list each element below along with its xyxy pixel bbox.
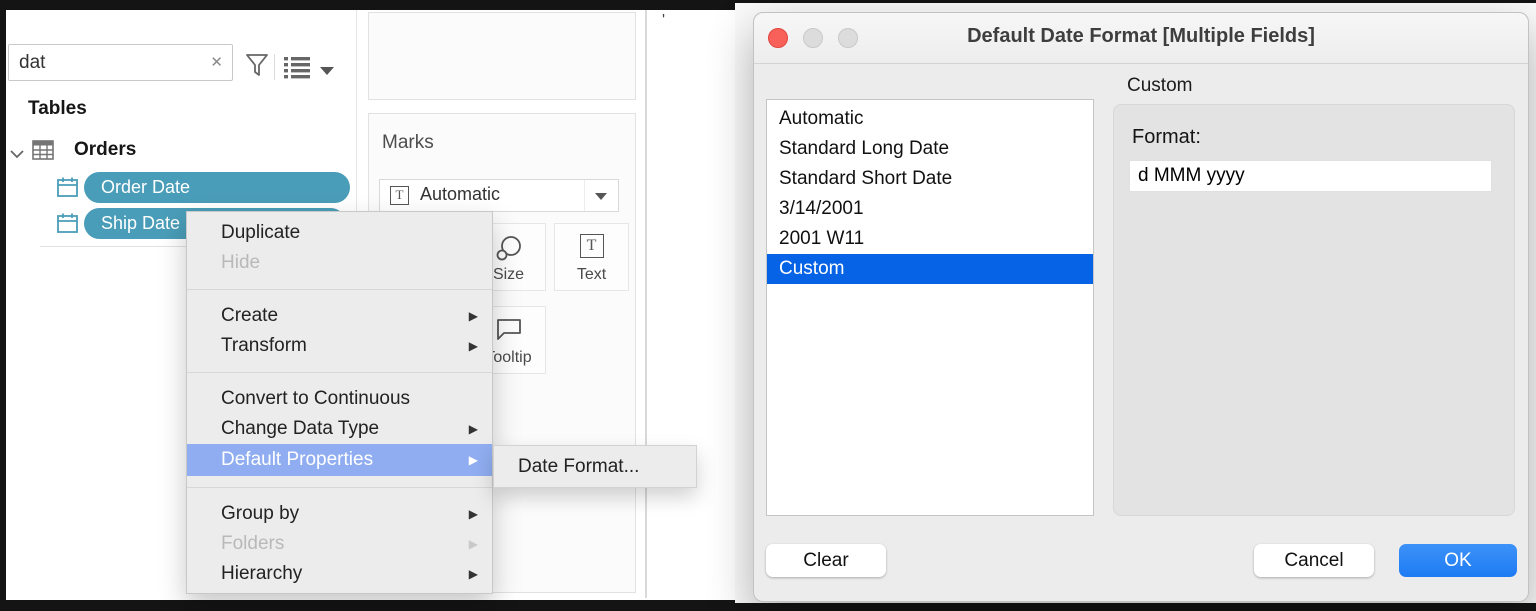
dropdown-caret-section[interactable] (584, 180, 618, 211)
tooltip-icon (494, 317, 524, 343)
canvas-divider (645, 10, 647, 598)
clear-button[interactable]: Clear (766, 544, 886, 577)
chevron-down-icon (595, 193, 607, 200)
submenu-item-date-format[interactable]: Date Format... (518, 456, 639, 478)
text-icon: T (580, 234, 604, 258)
format-field-label: Format: (1132, 126, 1201, 149)
date-field-icon (57, 213, 78, 238)
view-options-grid-icon[interactable] (284, 57, 310, 84)
list-item[interactable]: 3/14/2001 (767, 194, 1093, 224)
submenu-arrow-icon: ▶ (469, 444, 478, 476)
list-item[interactable]: 2001 W11 (767, 224, 1093, 254)
menu-item-default-properties[interactable]: Default Properties ▶ (187, 444, 492, 476)
mark-type-dropdown[interactable]: T Automatic (379, 179, 619, 212)
menu-separator (187, 487, 492, 488)
search-input[interactable] (9, 45, 199, 80)
menu-item-label: Transform (221, 335, 307, 356)
submenu-arrow-icon: ▶ (469, 529, 478, 559)
date-field-icon (57, 177, 78, 202)
marks-card-title: Marks (382, 132, 434, 154)
list-item-selected[interactable]: Custom (767, 254, 1093, 284)
menu-item-convert-to-continuous[interactable]: Convert to Continuous (187, 384, 492, 414)
menu-item-label: Hide (221, 252, 260, 273)
field-context-menu: Duplicate Hide Create ▶ Transform ▶ Conv… (186, 211, 493, 594)
menu-item-label: Default Properties (221, 449, 373, 470)
menu-item-folders: Folders ▶ (187, 529, 492, 559)
cancel-button[interactable]: Cancel (1254, 544, 1374, 577)
menu-item-create[interactable]: Create ▶ (187, 301, 492, 331)
ok-button[interactable]: OK (1399, 544, 1517, 577)
menu-item-hierarchy[interactable]: Hierarchy ▶ (187, 559, 492, 589)
menu-item-label: Create (221, 305, 278, 326)
canvas-text-artifact: ' (662, 12, 665, 30)
menu-item-transform[interactable]: Transform ▶ (187, 331, 492, 361)
menu-item-label: Duplicate (221, 222, 300, 243)
menu-item-change-data-type[interactable]: Change Data Type ▶ (187, 414, 492, 444)
custom-format-panel: Format: (1113, 104, 1515, 516)
submenu-arrow-icon: ▶ (469, 499, 478, 529)
size-icon (494, 234, 524, 262)
submenu-arrow-icon: ▶ (469, 331, 478, 361)
default-properties-submenu: Date Format... (493, 445, 697, 488)
size-button-label: Size (493, 266, 524, 284)
submenu-arrow-icon: ▶ (469, 301, 478, 331)
dialog-titlebar[interactable]: Default Date Format [Multiple Fields] (754, 13, 1528, 64)
dialog-screenshot: Default Date Format [Multiple Fields] Au… (735, 3, 1536, 603)
list-item[interactable]: Standard Short Date (767, 164, 1093, 194)
menu-item-label: Convert to Continuous (221, 388, 410, 409)
submenu-arrow-icon: ▶ (469, 559, 478, 589)
text-button-label: Text (577, 266, 606, 284)
tableau-window: ✕ Tables (6, 10, 735, 600)
submenu-arrow-icon: ▶ (469, 414, 478, 444)
menu-item-label: Group by (221, 503, 299, 524)
field-pill-order-date[interactable]: Order Date (84, 172, 350, 203)
menu-separator (187, 289, 492, 290)
toolbar-separator (274, 54, 275, 80)
table-icon (32, 140, 54, 165)
default-date-format-dialog: Default Date Format [Multiple Fields] Au… (753, 12, 1529, 602)
view-options-caret-icon[interactable] (320, 67, 334, 75)
shelf-card-empty (368, 12, 636, 100)
list-item[interactable]: Standard Long Date (767, 134, 1093, 164)
field-search-box[interactable]: ✕ (8, 44, 233, 81)
menu-item-label: Folders (221, 533, 284, 554)
text-mark-icon: T (390, 186, 409, 205)
custom-section-label: Custom (1127, 75, 1192, 97)
mark-type-value: Automatic (420, 184, 500, 205)
list-item[interactable]: Automatic (767, 104, 1093, 134)
menu-separator (187, 372, 492, 373)
format-options-list[interactable]: Automatic Standard Long Date Standard Sh… (766, 99, 1094, 516)
chevron-down-icon[interactable] (10, 146, 24, 164)
screenshot-frame: ✕ Tables (0, 0, 1536, 611)
menu-item-hide: Hide (187, 248, 492, 278)
dialog-title: Default Date Format [Multiple Fields] (754, 25, 1528, 48)
menu-item-group-by[interactable]: Group by ▶ (187, 499, 492, 529)
menu-item-label: Hierarchy (221, 563, 302, 584)
marks-text-button[interactable]: T Text (554, 223, 629, 291)
tables-section-header: Tables (28, 98, 87, 120)
menu-item-duplicate[interactable]: Duplicate (187, 218, 492, 248)
menu-item-label: Change Data Type (221, 418, 379, 439)
filter-funnel-icon[interactable] (244, 52, 270, 85)
format-input[interactable] (1129, 160, 1492, 192)
clear-search-icon[interactable]: ✕ (210, 53, 223, 71)
table-name-orders[interactable]: Orders (74, 139, 136, 161)
